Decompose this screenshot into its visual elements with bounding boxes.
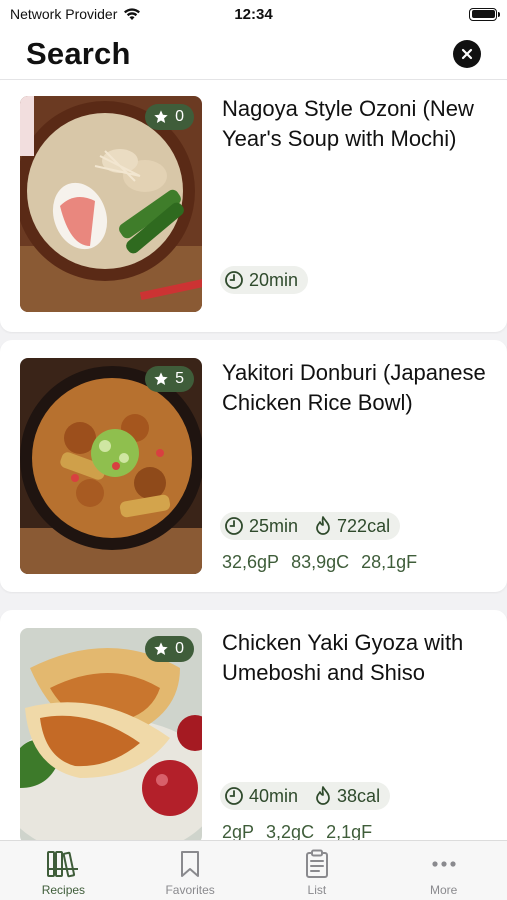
navigation-header: Search [0, 28, 507, 80]
rating-badge: 5 [145, 366, 194, 392]
page-title: Search [26, 35, 131, 71]
rating-value: 5 [175, 370, 184, 387]
recipe-image-ozoni: 0 [20, 96, 202, 312]
rating-badge: 0 [145, 636, 194, 662]
star-icon [154, 642, 168, 655]
tab-label: Recipes [41, 883, 86, 897]
recipe-image-yakitori-donburi: 5 [20, 358, 202, 574]
protein-value: 2gP [222, 822, 255, 840]
fat-value: 2,1gF [326, 822, 373, 840]
recipe-image-gyoza: 0 [20, 628, 202, 840]
star-icon [154, 110, 168, 123]
macros-row: 2gP 3,2gC 2,1gF [222, 822, 372, 840]
books-icon [47, 851, 79, 878]
tab-more[interactable]: More [380, 841, 507, 900]
recipe-title: Yakitori Donburi (Japanese Chicken Rice … [222, 360, 486, 415]
flame-icon [316, 516, 330, 535]
status-bar: Network Provider 12:34 [0, 0, 507, 28]
carbs-value: 83,9gC [291, 552, 350, 572]
cook-time: 25min [249, 515, 299, 536]
recipe-card[interactable]: 0 Chicken Yaki Gyoza with Umeboshi and S… [0, 610, 507, 840]
carrier-label: Network Provider [10, 6, 118, 22]
calories: 38cal [337, 785, 381, 806]
recipe-list[interactable]: 0 Nagoya Style Ozoni (New Year's Soup wi… [0, 80, 507, 840]
carbs-value: 3,2gC [266, 822, 315, 840]
wifi-icon [124, 8, 141, 20]
tab-label: Favorites [165, 883, 215, 897]
tab-bar: Recipes Favorites List More [0, 840, 507, 900]
clipboard-list-icon [305, 849, 328, 878]
recipe-meta-chip: 25min 722cal [220, 512, 401, 540]
rating-value: 0 [175, 108, 184, 125]
calories: 722cal [337, 515, 391, 536]
ellipsis-icon [432, 861, 456, 867]
tab-favorites[interactable]: Favorites [127, 841, 254, 900]
rating-badge: 0 [145, 104, 194, 130]
cook-time: 20min [249, 269, 299, 290]
tab-recipes[interactable]: Recipes [0, 841, 127, 900]
close-icon [461, 48, 473, 59]
bookmark-icon [181, 851, 200, 877]
battery-icon [469, 7, 500, 21]
clock-icon [225, 271, 243, 289]
close-search-button[interactable] [453, 39, 481, 68]
recipe-title: Nagoya Style Ozoni (New Year's Soup with… [222, 96, 474, 151]
recipe-meta-chip: 40min 38cal [220, 782, 391, 810]
recipe-card[interactable]: 0 Nagoya Style Ozoni (New Year's Soup wi… [0, 80, 507, 332]
recipe-meta-chip: 20min [220, 266, 309, 294]
clock-icon [225, 517, 243, 535]
star-icon [154, 372, 168, 385]
clock-icon [225, 787, 243, 805]
tab-label: More [429, 883, 458, 897]
recipe-card[interactable]: 5 Yakitori Donburi (Japanese Chicken Ric… [0, 340, 507, 592]
tab-list[interactable]: List [254, 841, 381, 900]
recipe-title: Chicken Yaki Gyoza with Umeboshi and Shi… [222, 630, 464, 685]
protein-value: 32,6gP [222, 552, 280, 572]
macros-row: 32,6gP 83,9gC 28,1gF [222, 552, 417, 573]
rating-value: 0 [175, 640, 184, 657]
fat-value: 28,1gF [361, 552, 418, 572]
cook-time: 40min [249, 785, 299, 806]
flame-icon [316, 786, 330, 805]
tab-label: List [307, 883, 327, 897]
